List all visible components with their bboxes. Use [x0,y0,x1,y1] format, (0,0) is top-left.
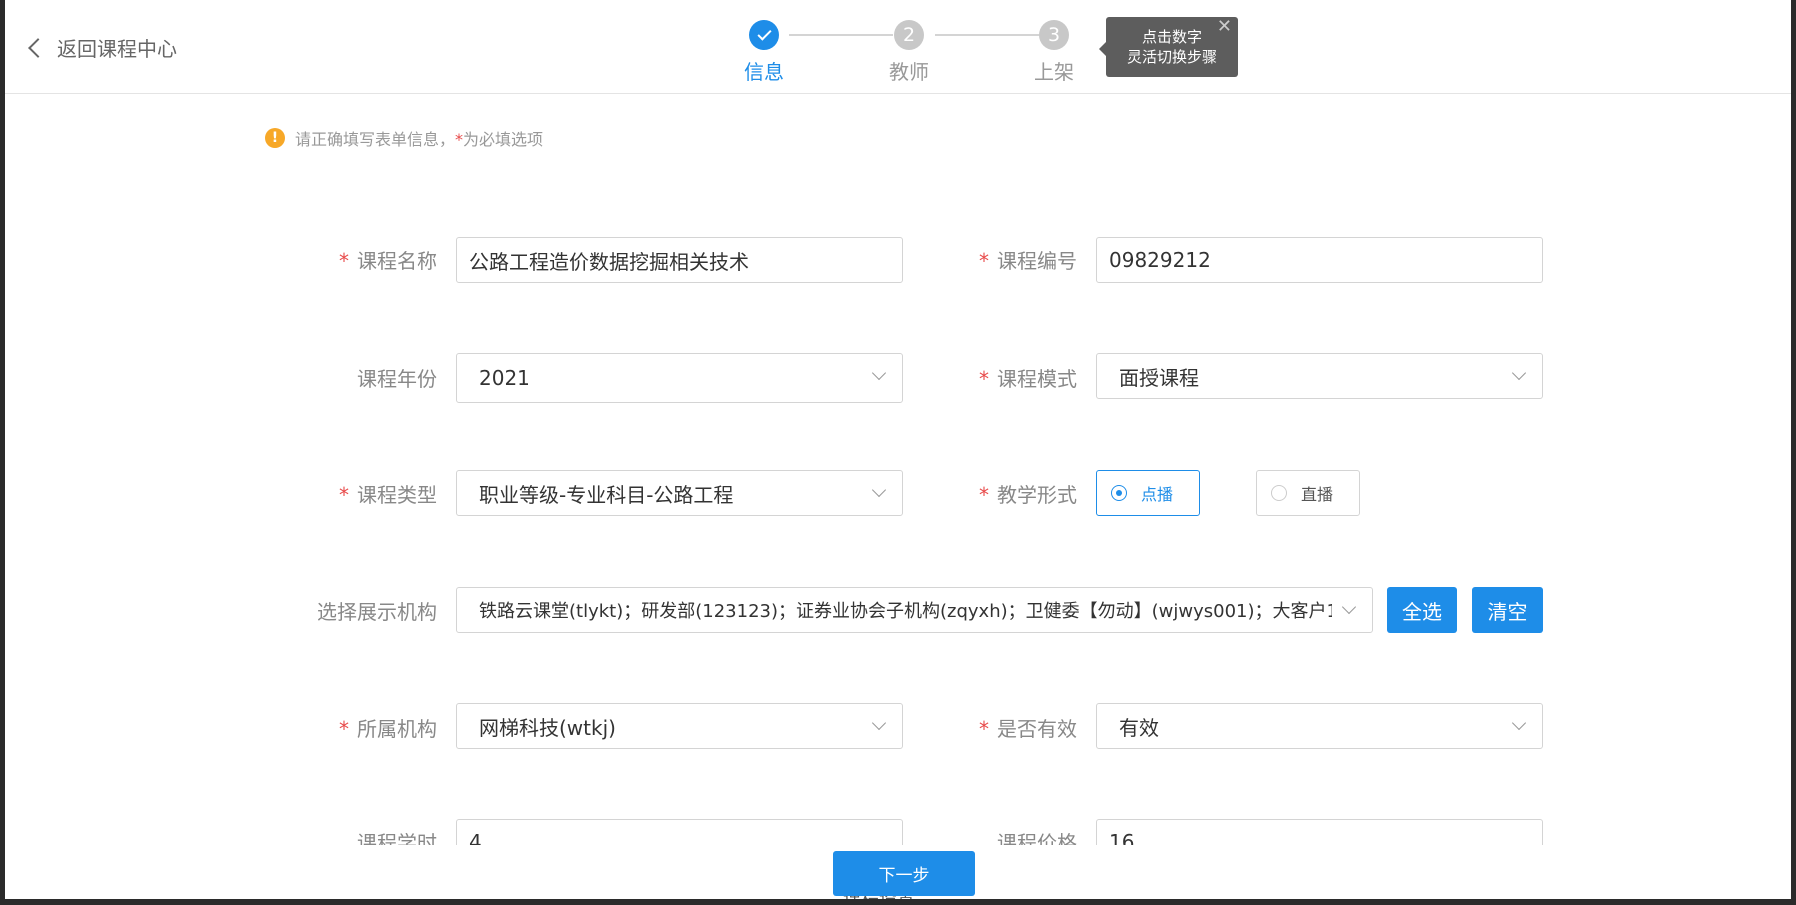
step-tip-tooltip: ✕ 点击数字 灵活切换步骤 [1099,17,1238,77]
step-info[interactable]: 信息 [729,20,799,85]
top-bar: 返回课程中心 信息 2 教师 3 上架 ✕ 点击数字 灵活切换步骤 [5,0,1791,94]
course-code-input[interactable]: 09829212 [1096,237,1543,283]
back-label: 返回课程中心 [57,37,177,61]
next-step-button[interactable]: 下一步 [833,851,975,896]
course-mode-select[interactable]: 面授课程 [1096,353,1543,399]
course-hours-input[interactable]: 4 [456,819,903,845]
app-window: 返回课程中心 信息 2 教师 3 上架 ✕ 点击数字 灵活切换步骤 ! 请正确填… [5,0,1791,899]
step-publish[interactable]: 3 上架 [1019,20,1089,85]
owner-org-select[interactable]: 网梯科技(wtkj) [456,703,903,749]
step-label: 信息 [744,60,784,84]
step-label: 教师 [889,60,929,84]
course-type-label: * 课程类型 [339,483,437,507]
chevron-down-icon [1341,599,1357,615]
course-name-input[interactable]: 公路工程造价数据挖掘相关技术 [456,237,903,283]
course-name-label: * 课程名称 [339,249,437,273]
radio-circle [1271,485,1287,501]
radio-circle [1111,485,1127,501]
clear-button[interactable]: 清空 [1472,587,1543,633]
check-icon [756,25,772,41]
notice-text: 请正确填写表单信息，*为必填选项 [295,130,544,149]
step-number: 3 [1039,20,1069,50]
step-indicator: 信息 2 教师 3 上架 [737,20,1077,86]
course-year-select[interactable]: 2021 [456,353,903,403]
owner-org-label: * 所属机构 [339,717,437,741]
display-org-label: 选择展示机构 [317,600,437,624]
step-done-dot [749,20,779,50]
radio-live[interactable]: 直播 [1256,470,1360,516]
teaching-form-label: * 教学形式 [979,483,1077,507]
form-notice: ! 请正确填写表单信息，*为必填选项 [265,126,543,150]
chevron-down-icon [1511,365,1527,381]
course-hours-label: 课程学时 [357,831,437,845]
is-valid-label: * 是否有效 [979,717,1077,741]
course-mode-label: * 课程模式 [979,367,1077,391]
chevron-down-icon [871,715,887,731]
tooltip-line: 灵活切换步骤 [1126,48,1217,66]
is-valid-select[interactable]: 有效 [1096,703,1543,749]
warning-icon: ! [265,128,285,148]
display-org-select[interactable]: 铁路云课堂(tlykt)；研发部(123123)；证券业协会子机构(zqyxh)… [456,587,1373,633]
chevron-down-icon [1511,715,1527,731]
course-price-label: 课程价格 [997,831,1077,845]
step-label: 上架 [1034,60,1074,84]
select-all-button[interactable]: 全选 [1387,587,1457,633]
step-number: 2 [894,20,924,50]
chevron-down-icon [871,482,887,498]
chevron-left-icon [28,37,48,58]
course-type-select[interactable]: 职业等级-专业科目-公路工程 [456,470,903,516]
scroll-clip-row: 课程学时 4 课程价格 16 [5,800,1791,845]
course-price-input[interactable]: 16 [1096,819,1543,845]
radio-vod[interactable]: 点播 [1096,470,1200,516]
chevron-down-icon [871,365,887,381]
step-teacher[interactable]: 2 教师 [874,20,944,85]
course-year-label: 课程年份 [357,367,437,391]
back-to-course-center-link[interactable]: 返回课程中心 [25,33,177,62]
course-code-label: * 课程编号 [979,249,1077,273]
close-icon[interactable]: ✕ [1217,17,1232,37]
